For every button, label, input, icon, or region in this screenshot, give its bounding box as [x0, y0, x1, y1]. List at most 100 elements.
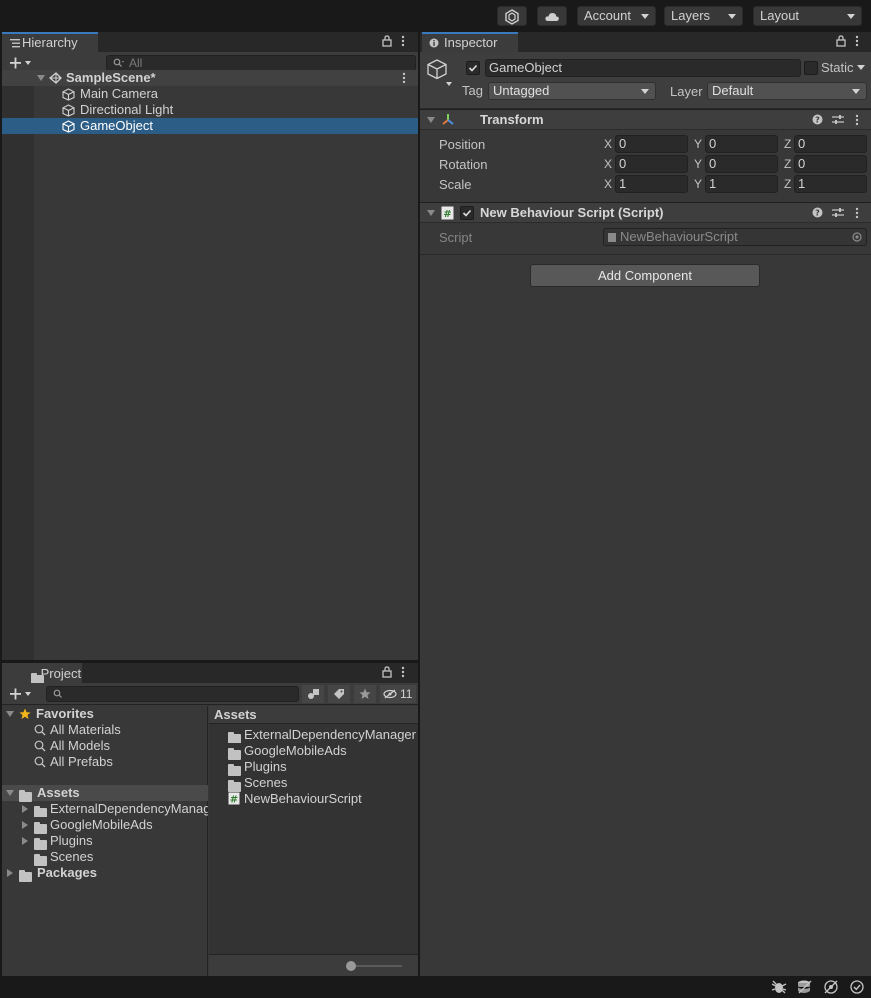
script-field-label: Script [439, 230, 473, 245]
project-search-input[interactable] [46, 686, 299, 702]
axis-z-label[interactable]: Z [784, 135, 791, 153]
transform-header[interactable]: Transform ? [420, 109, 871, 130]
plus-icon [10, 688, 31, 700]
hierarchy-item-gameobject[interactable]: GameObject [2, 118, 418, 134]
favorite-item-all-prefabs[interactable]: All Prefabs [2, 754, 208, 770]
scale-x-field[interactable]: 1 [615, 175, 688, 193]
svg-text:#: # [443, 209, 451, 220]
layout-dropdown[interactable]: Layout [753, 6, 862, 26]
account-dropdown[interactable]: Account [577, 6, 656, 26]
asset-item-googlemobileads[interactable]: GoogleMobileAds [209, 743, 418, 760]
tag-dropdown[interactable]: Untagged [488, 82, 656, 100]
progress-hidden-icon[interactable] [823, 979, 839, 995]
position-x-field[interactable]: 0 [615, 135, 688, 153]
gameobject-large-icon[interactable] [427, 58, 453, 88]
tree-folder-scenes[interactable]: Scenes [2, 849, 208, 866]
script-enabled-checkbox[interactable] [460, 206, 474, 220]
asset-breadcrumb[interactable]: Assets [209, 706, 418, 724]
scene-expand-icon[interactable] [37, 75, 45, 81]
inspector-menu-icon[interactable] [855, 35, 859, 47]
hierarchy-tab-label: Hierarchy [22, 35, 78, 50]
object-name-field[interactable]: GameObject [485, 59, 801, 77]
favorites-expand-icon[interactable] [6, 711, 14, 717]
help-icon[interactable]: ? [812, 207, 823, 218]
assets-expand-icon[interactable] [6, 790, 14, 796]
favorite-item-all-models[interactable]: All Models [2, 738, 208, 754]
expand-icon[interactable] [22, 805, 28, 813]
transform-collapse-icon[interactable] [427, 117, 435, 123]
axis-x-label[interactable]: X [604, 135, 612, 153]
check-status-icon[interactable] [849, 979, 865, 995]
search-by-type-button[interactable] [302, 685, 324, 703]
asset-item-newbehaviourscript[interactable]: # NewBehaviourScript [209, 791, 418, 807]
tree-folder-plugins[interactable]: Plugins [2, 833, 208, 850]
favorites-row[interactable]: Favorites [2, 706, 208, 722]
tree-folder-label: ExternalDependencyManager [50, 801, 208, 816]
rotation-z-field[interactable]: 0 [794, 155, 867, 173]
script-collapse-icon[interactable] [427, 210, 435, 216]
assets-row[interactable]: Assets [2, 785, 208, 802]
cache-server-icon[interactable] [797, 979, 813, 995]
project-create-dropdown[interactable] [9, 686, 35, 702]
hidden-packages-toggle[interactable]: 11 [380, 685, 416, 703]
layer-dropdown[interactable]: Default [707, 82, 867, 100]
axis-z-label[interactable]: Z [784, 175, 791, 193]
static-dropdown[interactable]: Static [821, 60, 866, 76]
hierarchy-menu-icon[interactable] [401, 35, 405, 47]
tree-folder-external[interactable]: ExternalDependencyManager [2, 801, 208, 817]
project-lock-icon[interactable] [382, 666, 392, 678]
transform-menu-icon[interactable] [855, 114, 859, 126]
tab-inspector[interactable]: Inspector [422, 32, 518, 52]
scale-z-field[interactable]: 1 [794, 175, 867, 193]
collab-icon[interactable] [497, 6, 527, 26]
rotation-x-field[interactable]: 0 [615, 155, 688, 173]
active-checkbox[interactable] [466, 61, 480, 75]
position-y-field[interactable]: 0 [705, 135, 778, 153]
expand-icon[interactable] [22, 821, 28, 829]
hierarchy-search-input[interactable]: All [106, 55, 416, 71]
axis-y-label[interactable]: Y [694, 155, 702, 173]
add-component-button[interactable]: Add Component [530, 264, 760, 287]
script-component-header[interactable]: # New Behaviour Script (Script) ? [420, 202, 871, 223]
packages-row[interactable]: Packages [2, 865, 208, 882]
bug-icon[interactable] [771, 980, 787, 994]
asset-item-plugins[interactable]: Plugins [209, 759, 418, 776]
rotation-y-field[interactable]: 0 [705, 155, 778, 173]
script-menu-icon[interactable] [855, 207, 859, 219]
favorites-filter-button[interactable] [354, 685, 376, 703]
hierarchy-item-main-camera[interactable]: Main Camera [2, 86, 418, 102]
packages-expand-icon[interactable] [7, 869, 13, 877]
object-picker-icon[interactable] [852, 232, 862, 242]
cloud-icon[interactable] [537, 6, 567, 26]
asset-item-external[interactable]: ExternalDependencyManager [209, 727, 418, 743]
preset-icon[interactable] [832, 207, 844, 218]
preset-icon[interactable] [832, 114, 844, 125]
position-z-field[interactable]: 0 [794, 135, 867, 153]
search-by-label-button[interactable] [328, 685, 350, 703]
axis-x-label[interactable]: X [604, 175, 612, 193]
expand-icon[interactable] [22, 837, 28, 845]
axis-y-label[interactable]: Y [694, 135, 702, 153]
scene-row[interactable]: SampleScene* [2, 70, 418, 86]
asset-item-scenes[interactable]: Scenes [209, 775, 418, 792]
search-icon [34, 756, 46, 768]
icon-size-slider-track[interactable] [349, 965, 402, 967]
create-plus-dropdown[interactable] [9, 55, 35, 71]
layers-dropdown[interactable]: Layers [664, 6, 743, 26]
tab-hierarchy[interactable]: Hierarchy [2, 32, 98, 52]
project-menu-icon[interactable] [401, 666, 405, 678]
icon-size-slider-thumb[interactable] [346, 961, 356, 971]
tab-project[interactable]: Project [2, 663, 82, 685]
hierarchy-lock-icon[interactable] [382, 35, 392, 47]
scale-y-field[interactable]: 1 [705, 175, 778, 193]
axis-z-label[interactable]: Z [784, 155, 791, 173]
axis-y-label[interactable]: Y [694, 175, 702, 193]
inspector-lock-icon[interactable] [836, 35, 846, 47]
hierarchy-item-directional-light[interactable]: Directional Light [2, 102, 418, 118]
favorite-item-all-materials[interactable]: All Materials [2, 722, 208, 738]
axis-x-label[interactable]: X [604, 155, 612, 173]
help-icon[interactable]: ? [812, 114, 823, 125]
static-checkbox[interactable] [804, 61, 818, 75]
scene-menu-icon[interactable] [402, 72, 406, 84]
tree-folder-googlemobileads[interactable]: GoogleMobileAds [2, 817, 208, 834]
